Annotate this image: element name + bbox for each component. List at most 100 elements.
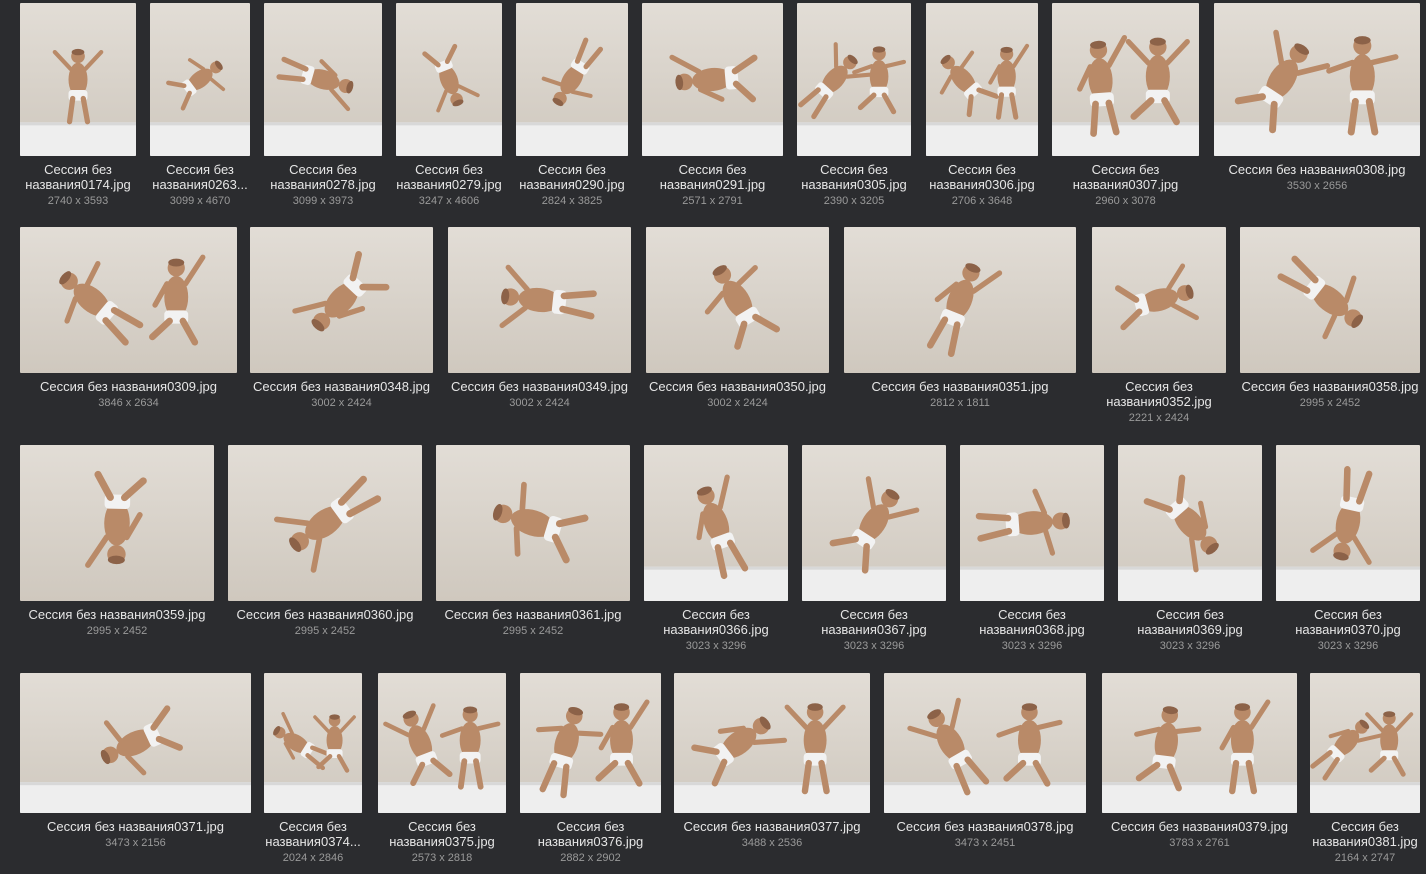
thumbnail-tile[interactable]: Сессия без названия0359.jpg 2995 x 2452	[20, 445, 214, 641]
thumbnail-tile[interactable]: Сессия без названия0349.jpg 3002 x 2424	[448, 227, 631, 413]
thumbnail-tile[interactable]: Сессия без названия0279.jpg 3247 x 4606	[396, 3, 502, 214]
thumbnail-tile[interactable]: Сессия без названия0351.jpg 2812 x 1811	[844, 227, 1076, 413]
thumbnail-tile[interactable]: Сессия без названия0307.jpg 2960 x 3078	[1052, 3, 1199, 214]
thumbnail-tile[interactable]: Сессия без названия0350.jpg 3002 x 2424	[646, 227, 829, 413]
image-dimensions: 2390 x 3205	[823, 195, 885, 207]
thumbnail-tile[interactable]: Сессия без названия0263... 3099 x 4670	[150, 3, 250, 214]
thumbnail-image	[20, 227, 237, 373]
image-dimensions: 3247 x 4606	[418, 195, 480, 207]
image-dimensions: 3530 x 2656	[1286, 180, 1348, 192]
thumbnail-tile[interactable]: Сессия без названия0375.jpg 2573 x 2818	[378, 673, 506, 871]
thumbnail-image	[20, 673, 251, 813]
thumbnail-tile[interactable]: Сессия без названия0381.jpg 2164 x 2747	[1310, 673, 1420, 871]
file-name: Сессия без названия0375.jpg	[389, 819, 495, 849]
file-name: Сессия без названия0307.jpg	[1072, 162, 1179, 192]
file-name: Сессия без названия0367.jpg	[821, 607, 927, 637]
thumbnail-tile[interactable]: Сессия без названия0368.jpg 3023 x 3296	[960, 445, 1104, 659]
thumbnail-tile[interactable]: Сессия без названия0377.jpg 3488 x 2536	[674, 673, 870, 853]
file-name: Сессия без названия0358.jpg	[1241, 379, 1419, 394]
image-dimensions: 3002 x 2424	[509, 397, 570, 409]
file-name: Сессия без названия0376.jpg	[537, 819, 644, 849]
thumbnail-tile[interactable]: Сессия без названия0291.jpg 2571 x 2791	[642, 3, 783, 214]
thumbnail-tile[interactable]: Сессия без названия0360.jpg 2995 x 2452	[228, 445, 422, 641]
thumbnail-tile[interactable]: Сессия без названия0370.jpg 3023 x 3296	[1276, 445, 1420, 659]
thumbnail-tile[interactable]: Сессия без названия0371.jpg 3473 x 2156	[20, 673, 251, 853]
thumbnail-image	[642, 3, 783, 156]
file-name: Сессия без названия0306.jpg	[929, 162, 1035, 192]
image-dimensions: 2164 x 2747	[1334, 852, 1396, 864]
thumbnail-tile[interactable]: Сессия без названия0348.jpg 3002 x 2424	[250, 227, 433, 413]
thumbnail-tile[interactable]: Сессия без названия0305.jpg 2390 x 3205	[797, 3, 911, 214]
file-name: Сессия без названия0370.jpg	[1295, 607, 1401, 637]
thumbnail-image	[644, 445, 788, 601]
thumbnail-image	[960, 445, 1104, 601]
thumbnail-tile[interactable]: Сессия без названия0306.jpg 2706 x 3648	[926, 3, 1038, 214]
image-dimensions: 3023 x 3296	[1159, 640, 1221, 652]
thumbnail-tile[interactable]: Сессия без названия0361.jpg 2995 x 2452	[436, 445, 630, 641]
image-dimensions: 3488 x 2536	[741, 837, 803, 849]
file-name: Сессия без названия0361.jpg	[444, 607, 622, 622]
thumbnail-image	[436, 445, 630, 601]
file-name: Сессия без названия0305.jpg	[801, 162, 907, 192]
image-dimensions: 2995 x 2452	[1299, 397, 1361, 409]
image-dimensions: 3783 x 2761	[1169, 837, 1230, 849]
thumbnail-image	[228, 445, 422, 601]
thumbnail-tile[interactable]: Сессия без названия0374... 2024 x 2846	[264, 673, 362, 871]
thumbnail-tile[interactable]: Сессия без названия0352.jpg 2221 x 2424	[1092, 227, 1226, 431]
thumbnail-image	[674, 673, 870, 813]
thumbnail-image	[1102, 673, 1297, 813]
file-name: Сессия без названия0309.jpg	[40, 379, 217, 394]
file-name: Сессия без названия0371.jpg	[47, 819, 224, 834]
thumbnail-tile[interactable]: Сессия без названия0376.jpg 2882 x 2902	[520, 673, 661, 871]
file-name: Сессия без названия0381.jpg	[1312, 819, 1418, 849]
image-dimensions: 3473 x 2451	[954, 837, 1016, 849]
thumbnail-tile[interactable]: Сессия без названия0378.jpg 3473 x 2451	[884, 673, 1086, 853]
image-dimensions: 3002 x 2424	[707, 397, 768, 409]
thumbnail-tile[interactable]: Сессия без названия0367.jpg 3023 x 3296	[802, 445, 946, 659]
thumbnail-image	[926, 3, 1038, 156]
thumbnail-image	[250, 227, 433, 373]
thumbnail-image	[1214, 3, 1420, 156]
file-name: Сессия без названия0352.jpg	[1106, 379, 1212, 409]
image-dimensions: 3846 x 2634	[98, 397, 159, 409]
thumbnail-grid: Сессия без названия0174.jpg 2740 x 3593 Се…	[0, 0, 1426, 874]
file-name: Сессия без названия0349.jpg	[451, 379, 628, 394]
file-name: Сессия без названия0351.jpg	[871, 379, 1049, 394]
image-dimensions: 2706 x 3648	[951, 195, 1013, 207]
thumbnail-tile[interactable]: Сессия без названия0174.jpg 2740 x 3593	[20, 3, 136, 214]
image-dimensions: 3023 x 3296	[843, 640, 905, 652]
thumbnail-tile[interactable]: Сессия без названия0369.jpg 3023 x 3296	[1118, 445, 1262, 659]
file-name: Сессия без названия0348.jpg	[253, 379, 430, 394]
thumbnail-tile[interactable]: Сессия без названия0379.jpg 3783 x 2761	[1102, 673, 1297, 853]
image-dimensions: 3099 x 3973	[292, 195, 354, 207]
thumbnail-image	[1276, 445, 1420, 601]
file-name: Сессия без названия0374...	[265, 819, 361, 849]
image-dimensions: 3099 x 4670	[169, 195, 231, 207]
file-name: Сессия без названия0308.jpg	[1228, 162, 1406, 177]
thumbnail-image	[20, 445, 214, 601]
thumbnail-image	[20, 3, 136, 156]
thumbnail-image	[516, 3, 628, 156]
image-dimensions: 2995 x 2452	[502, 625, 564, 637]
image-dimensions: 2882 x 2902	[560, 852, 621, 864]
thumbnail-image	[396, 3, 502, 156]
file-name: Сессия без названия0290.jpg	[519, 162, 625, 192]
image-dimensions: 2995 x 2452	[294, 625, 356, 637]
thumbnail-image	[646, 227, 829, 373]
thumbnail-image	[1118, 445, 1262, 601]
image-dimensions: 2995 x 2452	[86, 625, 148, 637]
thumbnail-image	[264, 673, 362, 813]
thumbnail-tile[interactable]: Сессия без названия0278.jpg 3099 x 3973	[264, 3, 382, 214]
file-name: Сессия без названия0378.jpg	[896, 819, 1074, 834]
thumbnail-tile[interactable]: Сессия без названия0366.jpg 3023 x 3296	[644, 445, 788, 659]
thumbnail-image	[802, 445, 946, 601]
image-dimensions: 2824 x 3825	[541, 195, 603, 207]
thumbnail-tile[interactable]: Сессия без названия0358.jpg 2995 x 2452	[1240, 227, 1420, 413]
file-name: Сессия без названия0360.jpg	[236, 607, 414, 622]
thumbnail-image	[1240, 227, 1420, 373]
thumbnail-tile[interactable]: Сессия без названия0290.jpg 2824 x 3825	[516, 3, 628, 214]
image-dimensions: 2573 x 2818	[411, 852, 473, 864]
image-dimensions: 3023 x 3296	[1317, 640, 1379, 652]
thumbnail-tile[interactable]: Сессия без названия0308.jpg 3530 x 2656	[1214, 3, 1420, 196]
thumbnail-tile[interactable]: Сессия без названия0309.jpg 3846 x 2634	[20, 227, 237, 413]
